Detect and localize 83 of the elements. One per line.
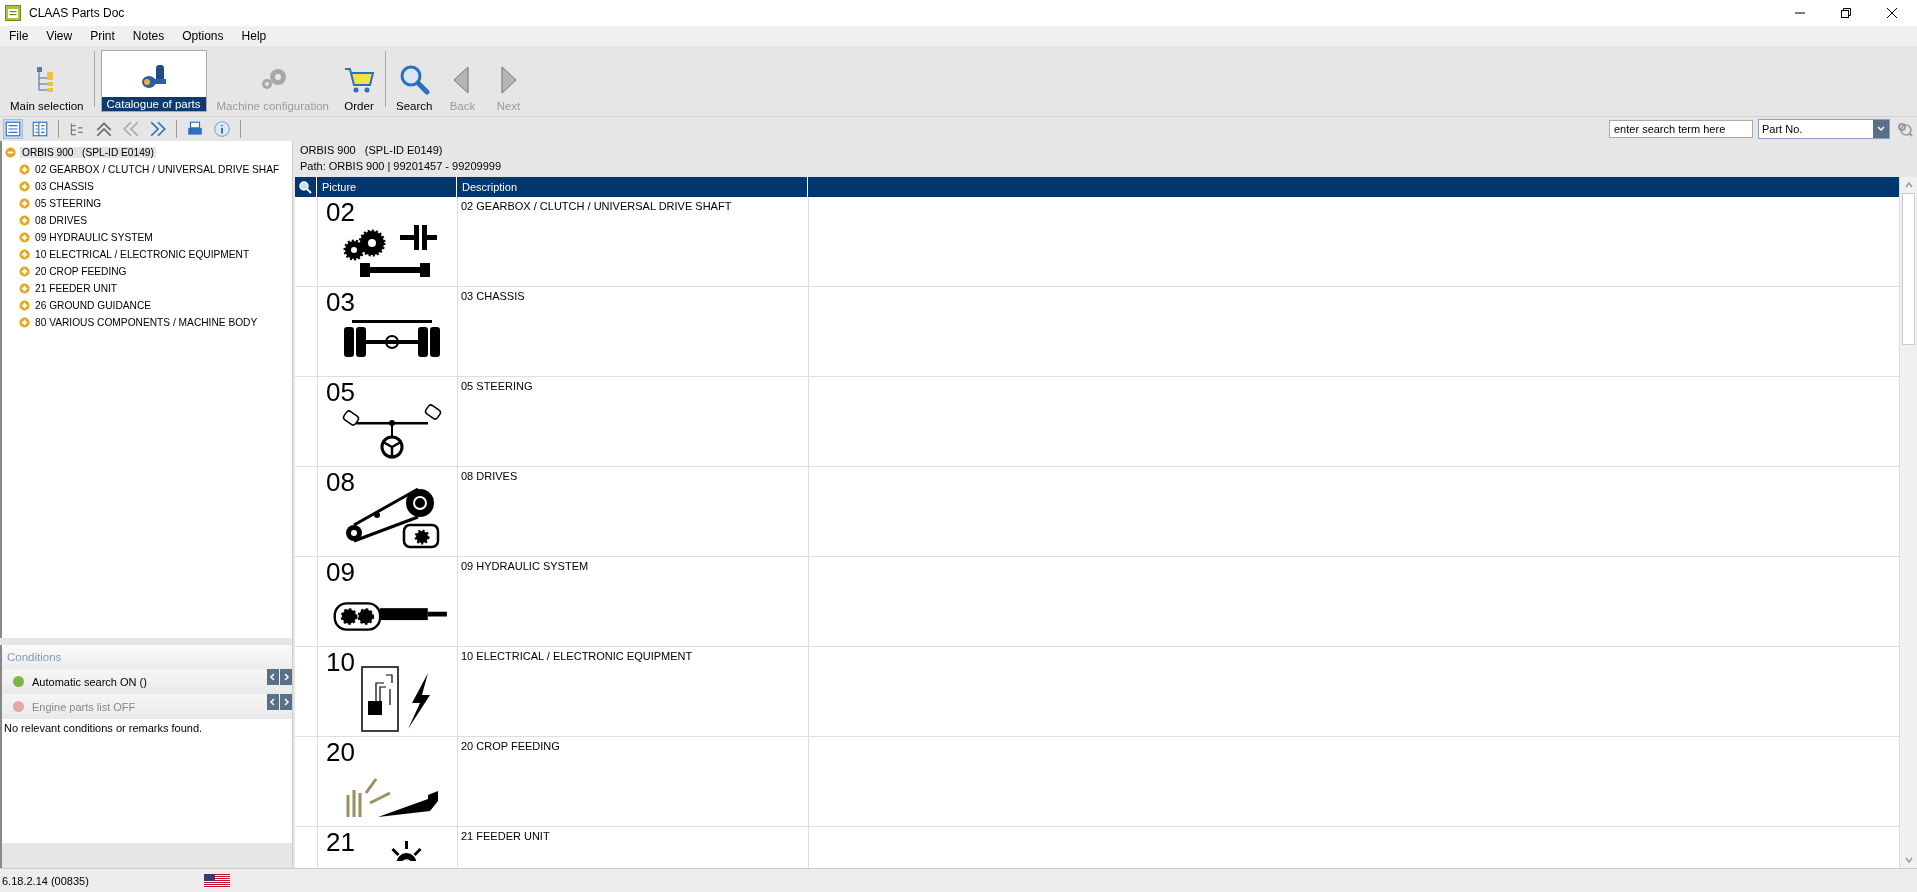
menu-item[interactable]: View <box>46 29 73 43</box>
arrow-right-icon[interactable] <box>280 694 292 710</box>
section-number: 10 <box>326 649 355 675</box>
expand-icon[interactable] <box>19 317 30 328</box>
menu-item[interactable]: Options <box>182 29 224 43</box>
section-number: 09 <box>326 559 355 585</box>
arrow-right-icon[interactable] <box>280 669 292 685</box>
tree-item[interactable]: 26 GROUND GUIDANCE <box>33 300 154 311</box>
table-cell: 20 CROP FEEDING <box>461 740 560 752</box>
section-number: 20 <box>326 739 355 765</box>
expand-icon[interactable] <box>19 181 30 192</box>
scrollbar-thumb[interactable] <box>1902 193 1915 345</box>
caret-icon <box>1876 124 1886 134</box>
tree-item[interactable]: 21 FEEDER UNIT <box>33 283 120 294</box>
table-cell: 09 HYDRAULIC SYSTEM <box>461 560 589 572</box>
toolbar-button[interactable]: Order <box>339 50 379 112</box>
fast-forward-icon[interactable] <box>149 120 167 138</box>
path-label: Path: ORBIS 900 | 99201457 - 99209999 <box>300 160 502 172</box>
tree-item[interactable]: 03 CHASSIS <box>33 181 96 192</box>
section-number: 08 <box>326 469 355 495</box>
expand-icon[interactable] <box>19 215 30 226</box>
table-cell: 21 FEEDER UNIT <box>461 830 550 842</box>
menu-item[interactable]: Print <box>90 29 115 43</box>
menu-item[interactable]: Notes <box>132 29 165 43</box>
conditions-message: No relevant conditions or remarks found. <box>4 722 203 734</box>
restore-icon[interactable] <box>1841 8 1851 18</box>
columns-view-icon[interactable] <box>31 120 49 138</box>
tree-item[interactable]: 20 CROP FEEDING <box>33 266 129 277</box>
expand-icon[interactable] <box>19 300 30 311</box>
arrow-left-icon[interactable] <box>267 669 279 685</box>
advanced-search-icon[interactable] <box>1895 120 1913 138</box>
menu-item[interactable]: File <box>9 29 29 43</box>
tree-icon[interactable] <box>68 120 86 138</box>
column-header[interactable]: Description <box>457 177 808 197</box>
table-cell: 03 CHASSIS <box>461 290 525 302</box>
condition-label: Engine parts list OFF <box>32 700 136 713</box>
expand-icon[interactable] <box>19 249 30 260</box>
expand-icon[interactable] <box>19 198 30 209</box>
table-cell: 02 GEARBOX / CLUTCH / UNIVERSAL DRIVE SHAFT <box>461 200 732 212</box>
menu-item[interactable]: Help <box>241 29 267 43</box>
section-number: 21 <box>326 829 355 855</box>
expand-icon[interactable] <box>19 164 30 175</box>
condition-label: Automatic search ON () <box>32 675 147 688</box>
rewind-icon[interactable] <box>122 120 140 138</box>
collapse-up-icon[interactable] <box>95 120 113 138</box>
search-icon[interactable] <box>298 180 312 194</box>
tree-item[interactable]: 08 DRIVES <box>33 215 90 226</box>
expand-icon[interactable] <box>19 266 30 277</box>
toolbar-button[interactable]: Main selection <box>6 50 88 112</box>
tree-item[interactable]: ORBIS 900 (SPL-ID E0149) <box>20 147 156 158</box>
tree-item[interactable]: 80 VARIOUS COMPONENTS / MACHINE BODY <box>33 317 260 328</box>
app-logo-icon <box>5 5 21 21</box>
table-cell: 05 STEERING <box>461 380 533 392</box>
close-icon[interactable] <box>1887 8 1897 18</box>
expand-icon[interactable] <box>19 232 30 243</box>
section-number: 05 <box>326 379 355 405</box>
scroll-up-icon[interactable] <box>1903 180 1914 190</box>
toolbar-button[interactable]: Search <box>392 50 437 112</box>
search-icon <box>398 64 431 96</box>
scroll-down-icon[interactable] <box>1903 855 1914 865</box>
table-cell: 08 DRIVES <box>461 470 518 482</box>
panel-title: Conditions <box>2 645 292 669</box>
catalogue-title: ORBIS 900 (SPL-ID E0149) <box>300 144 444 156</box>
tree-item[interactable]: 10 ELECTRICAL / ELECTRONIC EQUIPMENT <box>33 249 252 260</box>
tree-item[interactable]: 02 GEARBOX / CLUTCH / UNIVERSAL DRIVE SHAF <box>33 164 282 175</box>
flag-icon <box>204 873 230 888</box>
table-cell: 10 ELECTRICAL / ELECTRONIC EQUIPMENT <box>461 650 693 662</box>
toolbar-button[interactable]: Catalogue of parts <box>100 50 207 112</box>
arrow-left-icon[interactable] <box>267 694 279 710</box>
window-title: CLAAS Parts Doc <box>29 6 125 20</box>
search-type-dropdown[interactable]: Part No. <box>1758 119 1890 139</box>
tree-item[interactable]: 05 STEERING <box>33 198 104 209</box>
collapse-icon[interactable] <box>5 147 16 158</box>
section-number: 03 <box>326 289 355 315</box>
tree-item[interactable]: 09 HYDRAULIC SYSTEM <box>33 232 155 243</box>
list-view-icon[interactable] <box>4 120 22 138</box>
print-icon[interactable] <box>186 120 204 138</box>
section-number: 02 <box>326 199 355 225</box>
info-icon[interactable] <box>213 120 231 138</box>
column-header[interactable]: Picture <box>317 177 457 197</box>
expand-icon[interactable] <box>19 283 30 294</box>
search-field[interactable]: enter search term here <box>1609 120 1753 138</box>
version-label: 6.18.2.14 (00835) <box>1 874 90 887</box>
